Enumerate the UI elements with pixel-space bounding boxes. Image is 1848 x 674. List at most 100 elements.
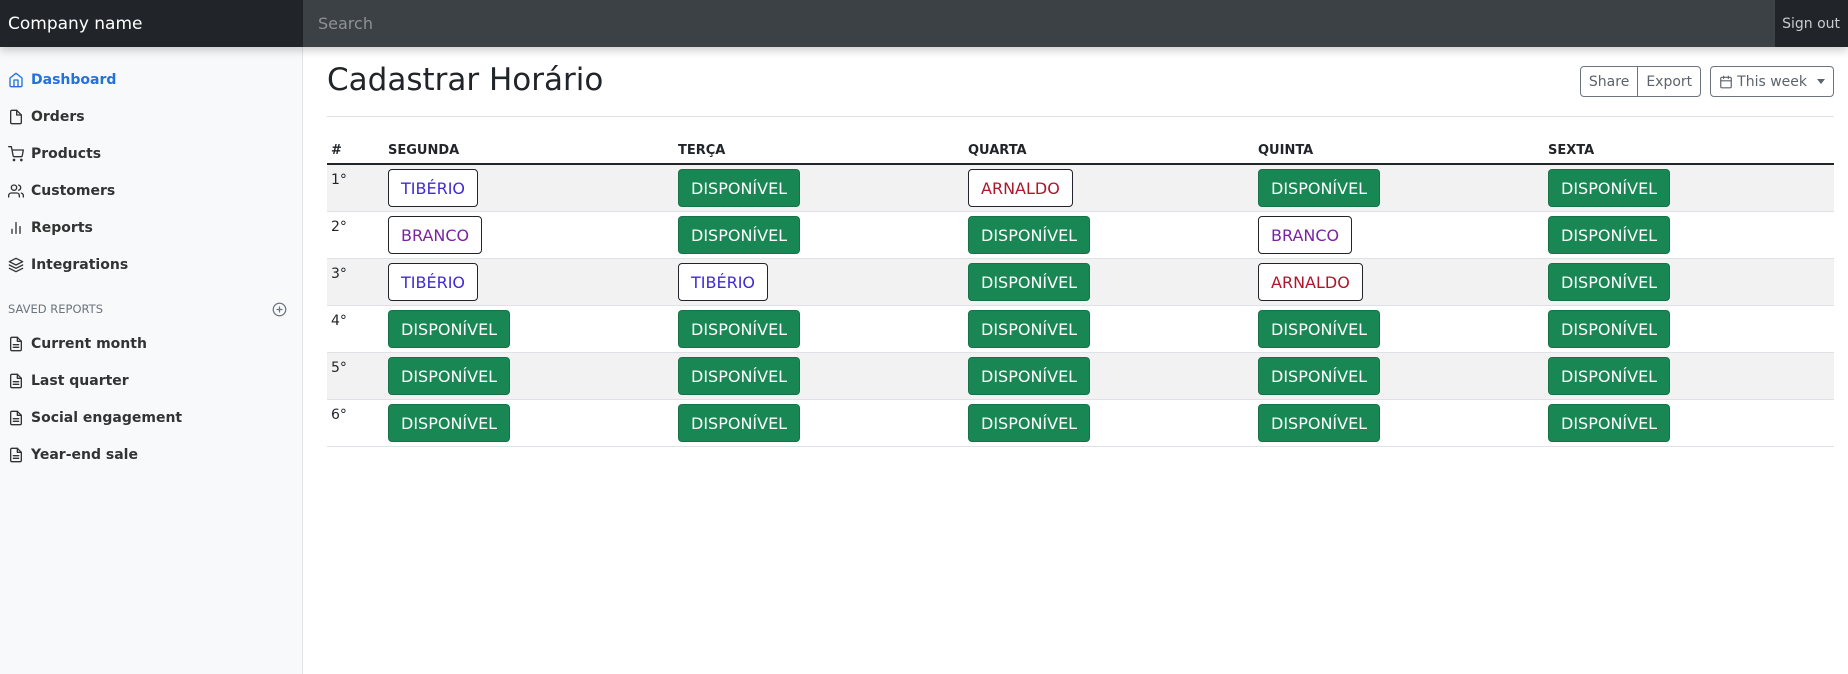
slot-cell: TIBÉRIO (384, 258, 674, 306)
brand-name[interactable]: Company name (0, 0, 303, 47)
slot-cell: ARNALDO (964, 164, 1254, 212)
sidebar-item-integrations[interactable]: Integrations (0, 246, 302, 283)
slot-button[interactable]: DISPONÍVEL (1548, 310, 1671, 348)
table-row: 3° TIBÉRIO TIBÉRIO DISPONÍVEL ARNALDO DI… (327, 258, 1834, 306)
sidebar-item-products[interactable]: Products (0, 135, 302, 172)
slot-button[interactable]: DISPONÍVEL (1258, 169, 1381, 207)
this-week-label: This week (1737, 73, 1807, 90)
period-number: 4° (327, 305, 384, 353)
slot-cell: DISPONÍVEL (964, 305, 1254, 353)
slot-button[interactable]: DISPONÍVEL (1258, 357, 1381, 395)
saved-report-year-end-sale[interactable]: Year-end sale (0, 436, 302, 473)
slot-button[interactable]: DISPONÍVEL (1258, 404, 1381, 442)
slot-button[interactable]: DISPONÍVEL (1548, 216, 1671, 254)
plus-circle-icon[interactable] (272, 302, 287, 317)
calendar-icon (1720, 75, 1732, 88)
search-input[interactable] (303, 0, 1775, 47)
cart-icon (8, 145, 24, 161)
slot-cell: TIBÉRIO (384, 164, 674, 212)
slot-cell: DISPONÍVEL (674, 399, 964, 447)
slot-button[interactable]: DISPONÍVEL (968, 263, 1091, 301)
slot-button[interactable]: DISPONÍVEL (388, 404, 511, 442)
sidebar-item-label: Products (31, 145, 102, 162)
slot-button[interactable]: DISPONÍVEL (968, 404, 1091, 442)
saved-report-current-month[interactable]: Current month (0, 325, 302, 362)
slot-button[interactable]: TIBÉRIO (678, 263, 769, 301)
file-text-icon (10, 447, 22, 462)
file-text-icon (10, 336, 22, 351)
table-header-row: # SEGUNDA TERÇA QUARTA QUINTA SEXTA (327, 137, 1834, 165)
slot-button[interactable]: DISPONÍVEL (678, 404, 801, 442)
slot-button[interactable]: DISPONÍVEL (388, 357, 511, 395)
users-icon (8, 183, 24, 198)
sidebar-item-label: Dashboard (31, 71, 117, 88)
slot-cell: DISPONÍVEL (674, 305, 964, 353)
slot-cell: DISPONÍVEL (384, 399, 674, 447)
share-button[interactable]: Share (1579, 66, 1639, 97)
export-button[interactable]: Export (1637, 66, 1702, 97)
this-week-dropdown[interactable]: This week (1710, 66, 1834, 97)
slot-cell: DISPONÍVEL (674, 352, 964, 400)
slot-button[interactable]: ARNALDO (968, 169, 1073, 207)
sidebar-item-dashboard[interactable]: Dashboard (0, 61, 302, 98)
slot-button[interactable]: BRANCO (1258, 216, 1353, 254)
slot-cell: DISPONÍVEL (964, 352, 1254, 400)
sidebar-item-orders[interactable]: Orders (0, 98, 302, 135)
column-header-terca: TERÇA (674, 137, 964, 165)
schedule-table: # SEGUNDA TERÇA QUARTA QUINTA SEXTA 1° T… (327, 137, 1834, 447)
slot-button[interactable]: DISPONÍVEL (1548, 169, 1671, 207)
top-navbar: Company name Sign out (0, 0, 1848, 47)
column-header-number: # (327, 137, 384, 165)
slot-cell: TIBÉRIO (674, 258, 964, 306)
saved-reports-label: SAVED REPORTS (8, 302, 104, 316)
period-number: 2° (327, 211, 384, 259)
slot-button[interactable]: ARNALDO (1258, 263, 1363, 301)
saved-reports-heading: SAVED REPORTS (0, 297, 302, 321)
main-content: Cadastrar Horário Share Export This week… (327, 47, 1834, 447)
slot-button[interactable]: TIBÉRIO (388, 263, 479, 301)
slot-cell: DISPONÍVEL (1544, 211, 1834, 259)
saved-report-last-quarter[interactable]: Last quarter (0, 362, 302, 399)
column-header-segunda: SEGUNDA (384, 137, 674, 165)
column-header-sexta: SEXTA (1544, 137, 1834, 165)
slot-cell: BRANCO (384, 211, 674, 259)
slot-cell: DISPONÍVEL (1254, 399, 1544, 447)
table-row: 6° DISPONÍVEL DISPONÍVEL DISPONÍVEL DISP… (327, 399, 1834, 447)
saved-report-social-engagement[interactable]: Social engagement (0, 399, 302, 436)
slot-button[interactable]: DISPONÍVEL (1548, 357, 1671, 395)
slot-button[interactable]: DISPONÍVEL (678, 169, 801, 207)
column-header-quinta: QUINTA (1254, 137, 1544, 165)
slot-button[interactable]: TIBÉRIO (388, 169, 479, 207)
slot-cell: ARNALDO (1254, 258, 1544, 306)
slot-button[interactable]: DISPONÍVEL (968, 310, 1091, 348)
slot-cell: DISPONÍVEL (384, 352, 674, 400)
period-number: 1° (327, 164, 384, 212)
slot-button[interactable]: DISPONÍVEL (1548, 263, 1671, 301)
slot-button[interactable]: DISPONÍVEL (968, 357, 1091, 395)
period-number: 3° (327, 258, 384, 306)
slot-button[interactable]: DISPONÍVEL (678, 216, 801, 254)
sidebar-item-label: Orders (31, 108, 85, 125)
slot-button[interactable]: DISPONÍVEL (388, 310, 511, 348)
chevron-down-icon (1817, 79, 1825, 84)
sidebar-item-customers[interactable]: Customers (0, 172, 302, 209)
slot-button[interactable]: DISPONÍVEL (1258, 310, 1381, 348)
layers-icon (8, 257, 24, 272)
sidebar: Dashboard Orders Products Customers Repo… (0, 47, 303, 674)
slot-button[interactable]: DISPONÍVEL (678, 310, 801, 348)
slot-button[interactable]: DISPONÍVEL (678, 357, 801, 395)
slot-button[interactable]: DISPONÍVEL (1548, 404, 1671, 442)
period-number: 5° (327, 352, 384, 400)
file-icon (10, 109, 22, 124)
slot-button[interactable]: BRANCO (388, 216, 483, 254)
sidebar-item-reports[interactable]: Reports (0, 209, 302, 246)
table-row: 4° DISPONÍVEL DISPONÍVEL DISPONÍVEL DISP… (327, 305, 1834, 353)
saved-report-label: Current month (31, 335, 147, 352)
file-text-icon (10, 373, 22, 388)
sign-out-link[interactable]: Sign out (1775, 0, 1848, 47)
slot-cell: DISPONÍVEL (1544, 399, 1834, 447)
slot-cell: DISPONÍVEL (674, 211, 964, 259)
slot-button[interactable]: DISPONÍVEL (968, 216, 1091, 254)
slot-cell: DISPONÍVEL (1254, 305, 1544, 353)
slot-cell: DISPONÍVEL (1544, 352, 1834, 400)
